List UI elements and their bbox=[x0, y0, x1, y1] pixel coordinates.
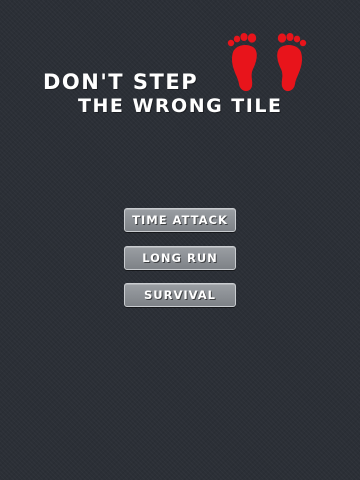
game-title-line-2: THE WRONG TILE bbox=[78, 95, 283, 117]
footprints-icon bbox=[227, 33, 307, 92]
long-run-button[interactable]: LONG RUN bbox=[124, 246, 236, 270]
main-menu-screen: DON'T STEP THE WRONG TILE TIME ATTACK LO… bbox=[0, 0, 360, 480]
survival-button[interactable]: SURVIVAL bbox=[124, 283, 236, 307]
game-title-line-1: DON'T STEP bbox=[43, 70, 199, 94]
time-attack-button[interactable]: TIME ATTACK bbox=[124, 208, 236, 232]
